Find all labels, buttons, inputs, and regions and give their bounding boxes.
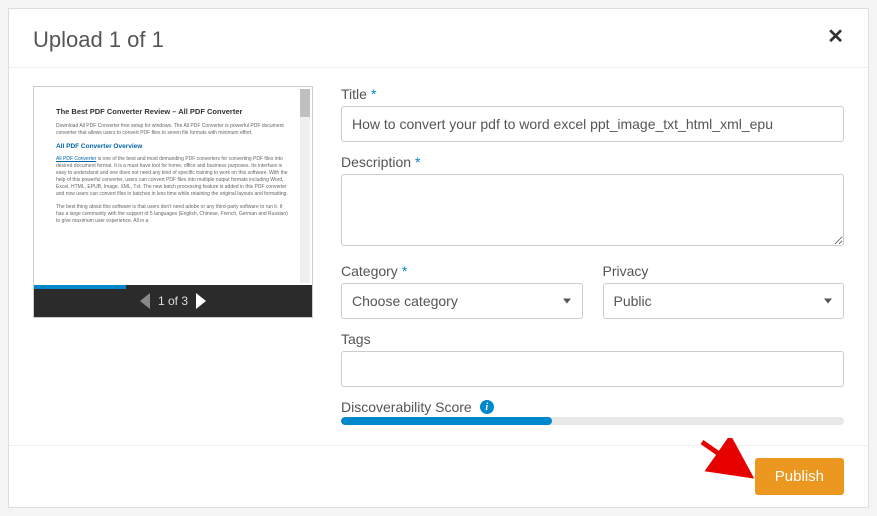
title-label: Title* <box>341 86 844 102</box>
title-input[interactable] <box>341 106 844 142</box>
category-label: Category* <box>341 263 583 279</box>
page-indicator: 1 of 3 <box>158 294 188 308</box>
score-bar-fill <box>341 417 552 425</box>
score-field-group: Discoverability Score i <box>341 399 844 425</box>
modal-footer: Publish <box>9 445 868 507</box>
required-indicator: * <box>371 86 376 102</box>
privacy-field-group: Privacy Public <box>603 263 845 319</box>
category-field-group: Category* Choose category <box>341 263 583 319</box>
doc-intro: Download All PDF Converter free setup fo… <box>56 123 290 137</box>
preview-panel: The Best PDF Converter Review – All PDF … <box>33 86 313 435</box>
preview-progress <box>34 285 126 289</box>
document-page: The Best PDF Converter Review – All PDF … <box>34 87 312 285</box>
upload-modal: Upload 1 of 1 ✕ The Best PDF Converter R… <box>8 8 869 508</box>
modal-body: The Best PDF Converter Review – All PDF … <box>9 68 868 445</box>
document-preview: The Best PDF Converter Review – All PDF … <box>33 86 313 318</box>
privacy-select[interactable]: Public <box>603 283 845 319</box>
scrollbar-thumb[interactable] <box>300 89 310 117</box>
close-icon[interactable]: ✕ <box>827 27 844 47</box>
description-field-group: Description* <box>341 154 844 251</box>
modal-title: Upload 1 of 1 <box>33 27 164 53</box>
doc-body-2: The best thing about this software is th… <box>56 204 290 225</box>
tags-input[interactable] <box>341 351 844 387</box>
form-panel: Title* Description* Category* Choose cat… <box>341 86 844 435</box>
required-indicator: * <box>415 154 420 170</box>
next-page-icon[interactable] <box>196 293 206 309</box>
preview-nav-bar: 1 of 3 <box>34 285 312 317</box>
publish-button[interactable]: Publish <box>755 458 844 495</box>
tags-label: Tags <box>341 331 844 347</box>
modal-header: Upload 1 of 1 ✕ <box>9 9 868 68</box>
category-select[interactable]: Choose category <box>341 283 583 319</box>
prev-page-icon[interactable] <box>140 293 150 309</box>
doc-link: All PDF Converter <box>56 156 96 162</box>
description-label: Description* <box>341 154 844 170</box>
info-icon[interactable]: i <box>480 400 494 414</box>
title-field-group: Title* <box>341 86 844 142</box>
category-privacy-row: Category* Choose category Privacy Public <box>341 263 844 319</box>
score-label: Discoverability Score i <box>341 399 844 415</box>
scrollbar-track[interactable] <box>300 89 310 283</box>
annotation-arrow-icon <box>698 438 756 480</box>
privacy-label: Privacy <box>603 263 845 279</box>
doc-heading: The Best PDF Converter Review – All PDF … <box>56 107 290 117</box>
score-bar <box>341 417 844 425</box>
doc-subheading: All PDF Converter Overview <box>56 143 290 151</box>
description-input[interactable] <box>341 174 844 246</box>
required-indicator: * <box>402 263 407 279</box>
doc-body-1: All PDF Converter is one of the best and… <box>56 156 290 198</box>
tags-field-group: Tags <box>341 331 844 387</box>
